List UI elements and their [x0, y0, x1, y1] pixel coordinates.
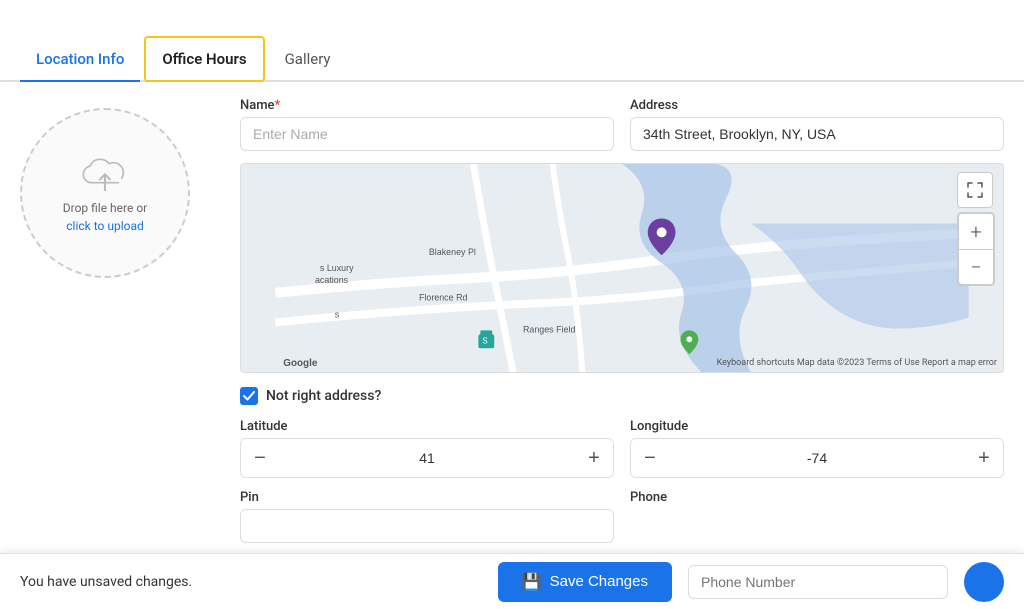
coord-row: Latitude − + Longitude − + [240, 419, 1004, 478]
tabs-bar: Location Info Office Hours Gallery [0, 0, 1024, 82]
svg-text:Blakeney Pl: Blakeney Pl [429, 247, 476, 257]
pin-select[interactable] [240, 509, 614, 543]
svg-text:s: s [335, 310, 340, 320]
phone-group: Phone [630, 490, 1004, 543]
save-changes-label: Save Changes [550, 573, 648, 590]
map-controls: + − [957, 172, 995, 286]
longitude-input-row: − + [630, 438, 1004, 478]
phone-label: Phone [630, 490, 1004, 505]
map-attribution: Keyboard shortcuts Map data ©2023 Terms … [717, 358, 997, 368]
svg-text:acations: acations [315, 275, 349, 285]
latitude-minus-button[interactable]: − [241, 439, 279, 477]
tab-location-info[interactable]: Location Info [20, 38, 140, 82]
phone-number-input[interactable] [688, 565, 948, 599]
name-input[interactable] [240, 117, 614, 151]
upload-panel: Drop file here or click to upload [20, 98, 220, 593]
address-check-row: Not right address? [240, 385, 1004, 407]
upload-drop-text: Drop file here or click to upload [63, 199, 147, 235]
latitude-label: Latitude [240, 419, 614, 434]
latitude-plus-button[interactable]: + [575, 439, 613, 477]
longitude-value[interactable] [669, 450, 965, 466]
map-zoom-in-button[interactable]: + [958, 213, 994, 249]
unsaved-changes-text: You have unsaved changes. [20, 574, 482, 590]
address-checkbox[interactable] [240, 387, 258, 405]
tab-gallery[interactable]: Gallery [269, 38, 347, 82]
map-fullscreen-button[interactable] [957, 172, 993, 208]
longitude-label: Longitude [630, 419, 1004, 434]
address-group: Address [630, 98, 1004, 151]
upload-dropzone[interactable]: Drop file here or click to upload [20, 108, 190, 278]
name-label: Name* [240, 98, 614, 113]
avatar [964, 562, 1004, 602]
svg-text:Ranges Field: Ranges Field [523, 324, 576, 334]
latitude-value[interactable] [279, 450, 575, 466]
latitude-input-row: − + [240, 438, 614, 478]
save-changes-button[interactable]: 💾 Save Changes [498, 562, 672, 602]
save-icon: 💾 [522, 572, 542, 592]
address-label: Address [630, 98, 1004, 113]
address-input[interactable] [630, 117, 1004, 151]
tab-office-hours[interactable]: Office Hours [144, 36, 264, 82]
longitude-group: Longitude − + [630, 419, 1004, 478]
map-zoom-out-button[interactable]: − [958, 249, 994, 285]
not-right-address-label: Not right address? [266, 388, 381, 404]
name-address-row: Name* Address [240, 98, 1004, 151]
pin-group: Pin [240, 490, 614, 543]
form-panel: Name* Address [240, 98, 1004, 593]
svg-text:S: S [482, 336, 487, 345]
svg-text:Google: Google [283, 358, 318, 369]
cloud-upload-icon [80, 151, 130, 191]
content-area: Drop file here or click to upload Name* … [0, 82, 1024, 609]
pin-label: Pin [240, 490, 614, 505]
longitude-plus-button[interactable]: + [965, 439, 1003, 477]
map-container[interactable]: s Luxury acations Blakeney Pl Florence R… [240, 163, 1004, 373]
map-zoom-group: + − [957, 212, 995, 286]
pin-phone-row: Pin Phone [240, 490, 1004, 543]
map-svg: s Luxury acations Blakeney Pl Florence R… [241, 164, 1003, 372]
name-group: Name* [240, 98, 614, 151]
notification-bar: You have unsaved changes. 💾 Save Changes [0, 553, 1024, 609]
main-container: Location Info Office Hours Gallery Drop … [0, 0, 1024, 609]
longitude-minus-button[interactable]: − [631, 439, 669, 477]
upload-link[interactable]: click to upload [66, 219, 144, 233]
svg-text:Florence Rd: Florence Rd [419, 293, 468, 303]
svg-text:s Luxury: s Luxury [320, 263, 354, 273]
latitude-group: Latitude − + [240, 419, 614, 478]
